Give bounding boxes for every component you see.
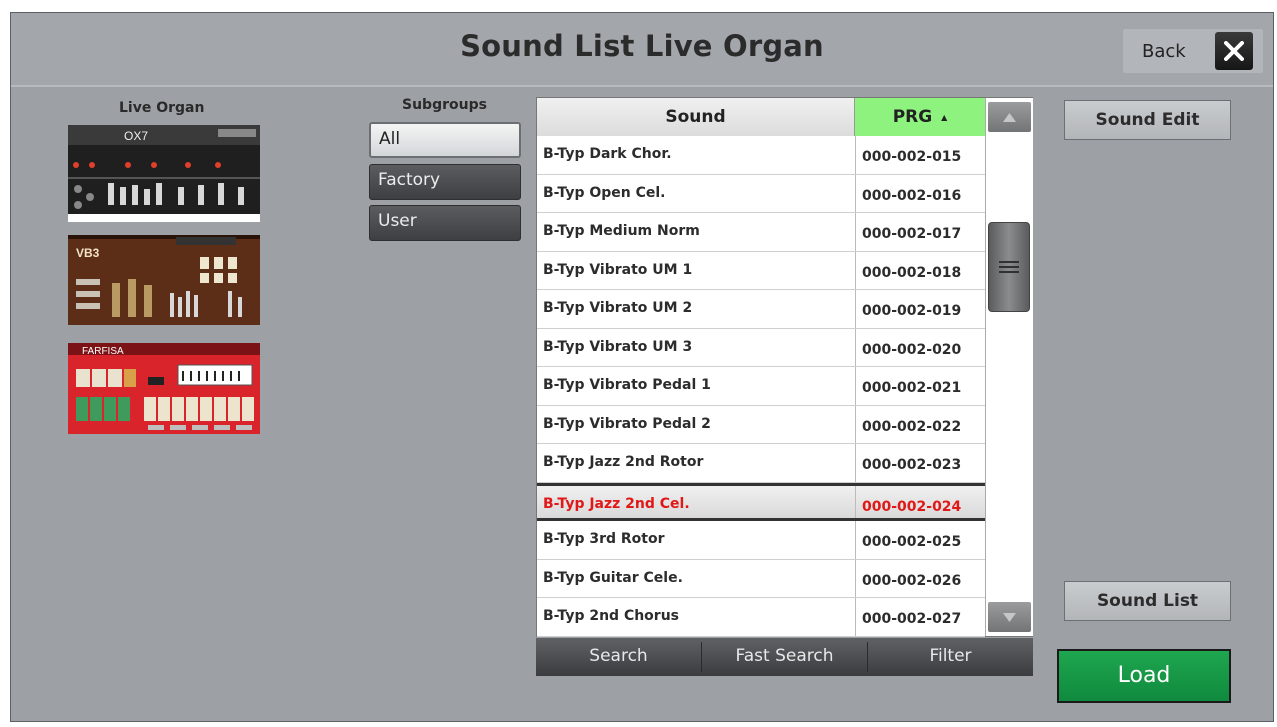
subgroups-label: Subgroups: [402, 97, 487, 113]
prg-value: 000-002-020: [862, 341, 962, 358]
main-window: Sound List Live Organ Back Live Organ OX…: [10, 12, 1274, 722]
prg-value: 000-002-024: [862, 498, 962, 515]
subgroup-factory-button[interactable]: Factory: [369, 164, 521, 200]
prg-value: 000-002-016: [862, 187, 962, 204]
sound-name-cell: B-Typ Dark Chor.: [543, 146, 672, 162]
table-row[interactable]: B-Typ Vibrato Pedal 1 000-002-021: [537, 367, 985, 406]
sound-name-cell: B-Typ Guitar Cele.: [543, 569, 683, 586]
sound-edit-button[interactable]: Sound Edit: [1064, 100, 1231, 140]
back-button[interactable]: Back: [1123, 29, 1263, 73]
filter-button[interactable]: Filter: [868, 638, 1033, 676]
sound-name-cell: B-Typ Vibrato UM 1: [543, 261, 693, 278]
sound-list-table: Sound PRG ▲ B-Typ Dark Chor. 000-002-015 B…: [536, 97, 1033, 637]
prg-cell: 000-002-024: [855, 485, 962, 518]
prg-cell: 000-002-015: [855, 136, 961, 174]
sound-name-cell: B-Typ Jazz 2nd Rotor: [543, 454, 704, 470]
prg-cell: 000-002-016: [855, 174, 962, 212]
table-row[interactable]: B-Typ Vibrato UM 1 000-002-018: [537, 251, 985, 290]
prg-cell: 000-002-023: [855, 444, 961, 482]
sound-name-cell: B-Typ Medium Norm: [543, 223, 700, 239]
ox7-panel-image: OX7: [68, 125, 260, 214]
prg-cell: 000-002-018: [855, 251, 962, 289]
prg-value: 000-002-017: [862, 226, 962, 242]
sound-name-cell: B-Typ Vibrato Pedal 1: [543, 377, 711, 393]
scroll-down-arrow-icon: [1003, 613, 1016, 622]
prg-value: 000-002-018: [862, 264, 962, 281]
load-button[interactable]: Load: [1057, 649, 1231, 703]
close-button[interactable]: [1215, 32, 1253, 70]
prg-value: 000-002-025: [862, 534, 962, 550]
organ-thumb-ox7[interactable]: OX7: [68, 125, 260, 222]
list-action-bar: Search Fast Search Filter: [536, 638, 1033, 676]
prg-value: 000-002-019: [862, 303, 962, 319]
column-header-sound[interactable]: Sound: [537, 98, 855, 136]
sound-name-cell: B-Typ Open Cel.: [543, 184, 666, 201]
sound-list-rows: B-Typ Dark Chor. 000-002-015 B-Typ Open Ce…: [537, 136, 985, 637]
prg-value: 000-002-015: [862, 149, 962, 165]
table-row[interactable]: B-Typ Vibrato UM 2 000-002-019: [537, 290, 985, 329]
table-row[interactable]: B-Typ Dark Chor. 000-002-015: [537, 136, 985, 175]
prg-cell: 000-002-019: [855, 290, 961, 328]
ox7-caption: OX7: [124, 129, 148, 143]
table-row[interactable]: B-Typ Vibrato UM 3 000-002-020: [537, 328, 985, 367]
sound-name-cell: B-Typ Vibrato UM 3: [543, 338, 693, 355]
table-row[interactable]: B-Typ Open Cel. 000-002-016: [537, 174, 985, 213]
prg-value: 000-002-026: [862, 572, 962, 589]
subgroup-all-button[interactable]: All: [369, 122, 521, 158]
table-row-selected[interactable]: B-Typ Jazz 2nd Cel. 000-002-024: [537, 482, 985, 521]
back-label: Back: [1142, 41, 1186, 62]
farfisa-panel-image: FARFISA: [68, 343, 260, 434]
column-header-prg[interactable]: PRG ▲: [855, 98, 985, 136]
prg-cell: 000-002-027: [855, 598, 961, 636]
page-title: Sound List Live Organ: [460, 29, 824, 63]
vb3-panel-image: VB3: [68, 235, 260, 325]
sound-name-cell: B-Typ Jazz 2nd Cel.: [543, 495, 690, 512]
scroll-thumb[interactable]: [988, 222, 1030, 312]
prg-value: 000-002-022: [862, 418, 962, 435]
list-scrollbar[interactable]: [985, 98, 1033, 636]
prg-value: 000-002-027: [862, 611, 962, 627]
fast-search-button[interactable]: Fast Search: [702, 638, 867, 676]
prg-cell: 000-002-020: [855, 328, 962, 366]
live-organ-label: Live Organ: [119, 100, 205, 116]
prg-cell: 000-002-026: [855, 559, 962, 597]
sound-name-cell: B-Typ 2nd Chorus: [543, 608, 680, 624]
table-row[interactable]: B-Typ 3rd Rotor 000-002-025: [537, 521, 985, 560]
prg-header-label: PRG: [892, 107, 933, 127]
scroll-up-arrow-icon: [1003, 113, 1016, 122]
farfisa-caption: FARFISA: [82, 346, 124, 357]
sound-name-cell: B-Typ Vibrato UM 2: [543, 300, 693, 316]
table-row[interactable]: B-Typ 2nd Chorus 000-002-027: [537, 598, 985, 637]
subgroup-user-button[interactable]: User: [369, 205, 521, 241]
sort-ascending-icon: ▲: [941, 112, 948, 122]
organ-thumb-vb3[interactable]: VB3: [68, 235, 260, 325]
prg-cell: 000-002-021: [855, 367, 961, 405]
table-row[interactable]: B-Typ Medium Norm 000-002-017: [537, 213, 985, 252]
sound-name-cell: B-Typ 3rd Rotor: [543, 531, 665, 547]
prg-value: 000-002-023: [862, 457, 962, 473]
prg-cell: 000-002-017: [855, 213, 961, 251]
table-row[interactable]: B-Typ Vibrato Pedal 2 000-002-022: [537, 405, 985, 444]
prg-value: 000-002-021: [862, 380, 962, 396]
search-button[interactable]: Search: [536, 638, 701, 676]
prg-cell: 000-002-025: [855, 521, 961, 559]
vb3-caption: VB3: [76, 246, 100, 260]
title-bar: Sound List Live Organ Back: [11, 13, 1273, 87]
sound-list-button[interactable]: Sound List: [1064, 581, 1231, 621]
scroll-up-button[interactable]: [988, 102, 1031, 132]
scroll-down-button[interactable]: [988, 602, 1031, 632]
grip-icon: [999, 261, 1019, 273]
table-row[interactable]: B-Typ Guitar Cele. 000-002-026: [537, 559, 985, 598]
sound-name-cell: B-Typ Vibrato Pedal 2: [543, 415, 711, 432]
organ-thumb-farfisa[interactable]: FARFISA: [68, 343, 260, 434]
table-row[interactable]: B-Typ Jazz 2nd Rotor 000-002-023: [537, 444, 985, 483]
close-icon: [1224, 41, 1244, 61]
prg-cell: 000-002-022: [855, 405, 962, 443]
